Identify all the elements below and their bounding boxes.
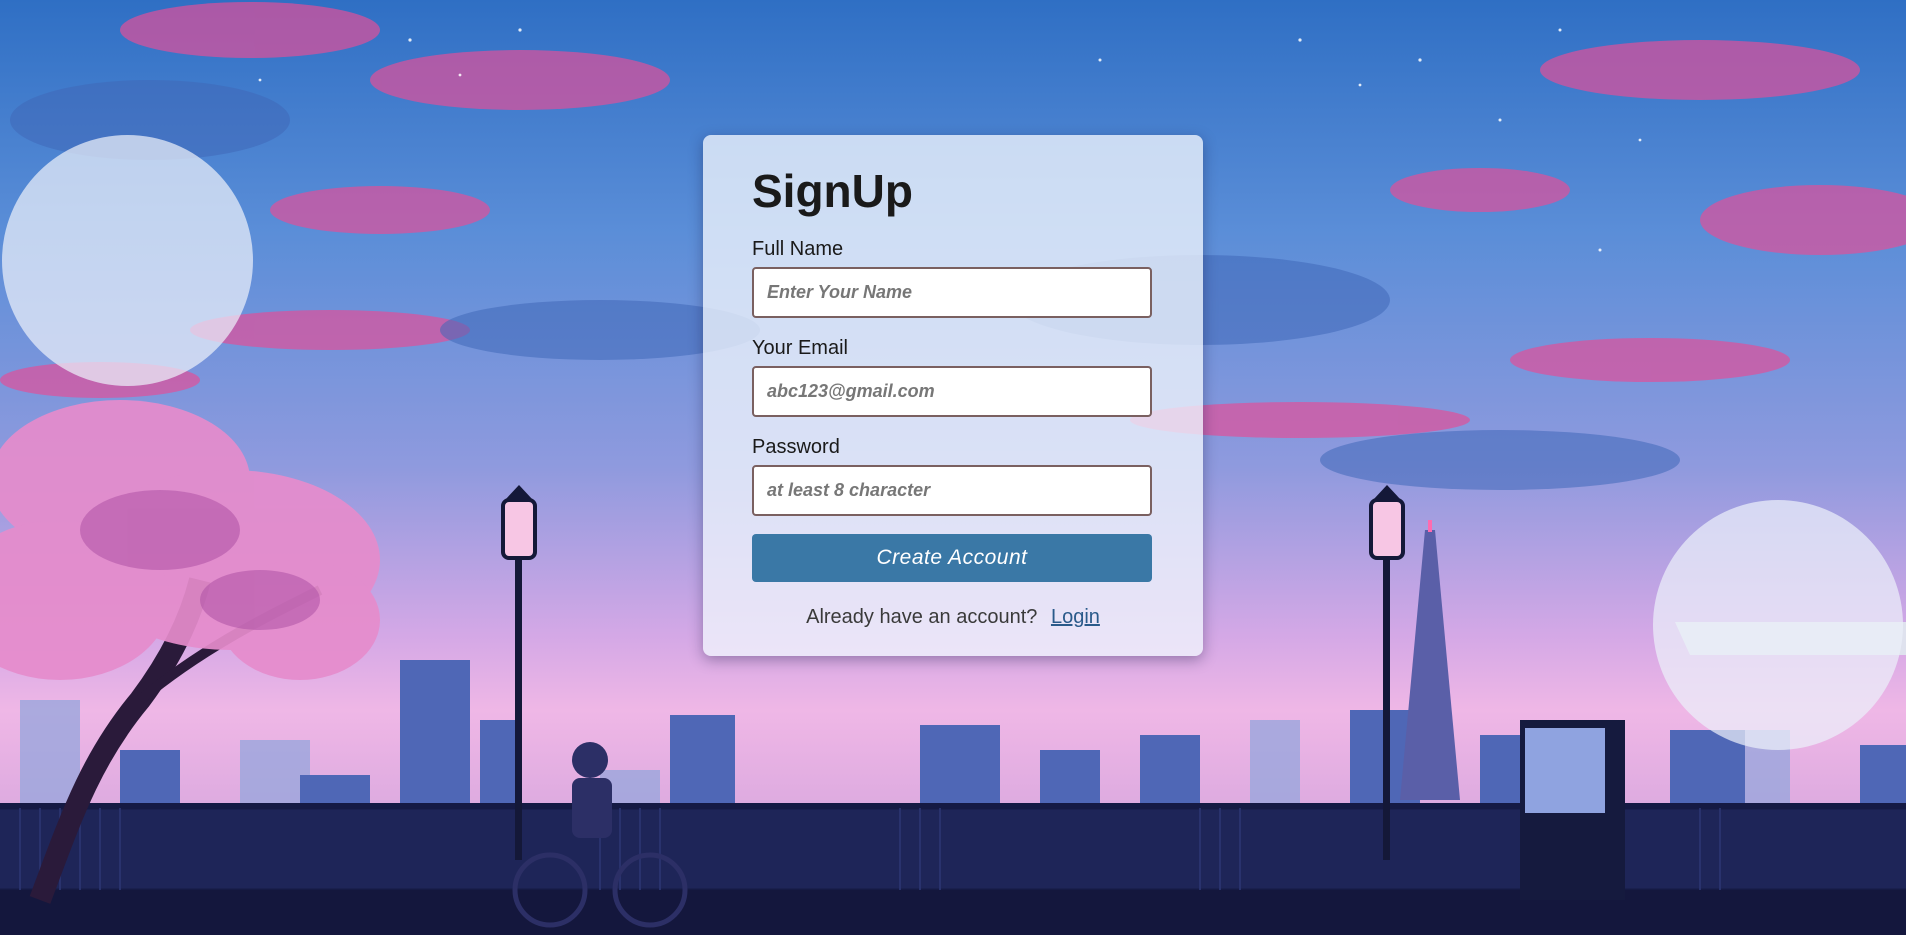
email-label: Your Email bbox=[752, 337, 848, 359]
password-input[interactable] bbox=[752, 465, 1152, 516]
signup-card: SignUp Full Name Your Email Password Cre… bbox=[703, 135, 1203, 656]
email-input[interactable] bbox=[752, 366, 1152, 417]
full-name-label: Full Name bbox=[752, 238, 844, 260]
decorative-orb-left bbox=[2, 135, 253, 386]
full-name-input[interactable] bbox=[752, 267, 1152, 318]
login-prompt-text: Already have an account? bbox=[806, 606, 1038, 628]
password-label: Password bbox=[752, 436, 840, 458]
page-background: SignUp Full Name Your Email Password Cre… bbox=[0, 0, 1906, 935]
login-prompt-row: Already have an account? Login bbox=[752, 606, 1154, 629]
create-account-button[interactable]: Create Account bbox=[752, 534, 1152, 582]
form-title: SignUp bbox=[752, 165, 913, 217]
login-link[interactable]: Login bbox=[1051, 606, 1100, 628]
decorative-orb-right bbox=[1653, 500, 1903, 750]
